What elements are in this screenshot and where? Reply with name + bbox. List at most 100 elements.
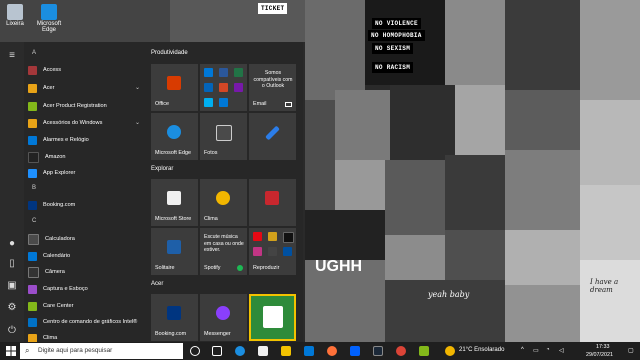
tile-email[interactable]: Somos compatíveis com o Outlook Email xyxy=(249,64,296,111)
store-icon xyxy=(167,191,181,205)
mail-icon xyxy=(285,102,292,107)
desktop-icon-edge[interactable]: Microsoft Edge xyxy=(36,4,62,33)
search-input[interactable]: ⌕ Digite aqui para pesquisar xyxy=(20,343,183,359)
tile-label: Spotify xyxy=(204,265,221,271)
tile-label: Email xyxy=(253,101,267,107)
tile-play[interactable]: Reproduzir xyxy=(249,228,296,275)
tile-pen[interactable] xyxy=(249,113,296,160)
desktop-icon-recycle-bin[interactable]: Lixeira xyxy=(2,4,28,27)
sun-icon xyxy=(216,191,230,205)
tile-solitaire[interactable]: Solitaire xyxy=(151,228,198,275)
windows-start-icon[interactable] xyxy=(6,346,16,356)
tile-edge[interactable]: Microsoft Edge xyxy=(151,113,198,160)
clock-date[interactable]: 29/07/2021 xyxy=(586,352,613,358)
edge-icon[interactable] xyxy=(235,346,245,356)
search-icon: ⌕ xyxy=(25,346,30,355)
tile-label: Solitaire xyxy=(155,265,175,271)
app-access[interactable]: Access xyxy=(28,63,146,77)
app-intel-graphics[interactable]: Centro de comando de gráficos Intel® xyxy=(28,315,146,329)
photos-icon xyxy=(216,125,232,141)
power-icon[interactable]: ⏻ xyxy=(6,325,18,337)
letter-header[interactable]: C xyxy=(32,218,36,224)
app-booking[interactable]: Booking.com xyxy=(28,198,146,212)
hamburger-icon[interactable]: ≡ xyxy=(6,50,18,62)
app-explorer-app[interactable]: App Explorer xyxy=(28,166,146,180)
app-label: Acer xyxy=(43,85,55,91)
letter-header[interactable]: B xyxy=(32,185,36,191)
mail-icon[interactable] xyxy=(304,346,314,356)
desktop-icon-label: Lixeira xyxy=(6,21,24,27)
tile-solitaire-game[interactable] xyxy=(249,294,296,341)
powerpoint-icon xyxy=(219,83,228,92)
steam-icon[interactable] xyxy=(373,346,383,356)
firefox-icon[interactable] xyxy=(327,346,337,356)
app-alarmes[interactable]: Alarmes e Relógio xyxy=(28,133,146,147)
app-camera[interactable]: Câmera xyxy=(28,265,146,279)
start-menu: ≡ ● ▯ ▣ ⚙ ⏻ A Access Acer ⌄ Acer Product … xyxy=(0,42,303,342)
chrome-icon[interactable] xyxy=(396,346,406,356)
tile-photos[interactable]: Fotos xyxy=(200,113,247,160)
notification-icon[interactable]: ▢ xyxy=(628,347,634,354)
tray-chevron-up-icon[interactable]: ^ xyxy=(521,347,524,353)
booking-icon xyxy=(28,200,37,210)
app-label: App Explorer xyxy=(43,170,76,176)
outlook-icon xyxy=(204,68,213,77)
app-label: Care Center xyxy=(43,303,74,309)
wifi-icon[interactable]: ◔ xyxy=(546,347,550,353)
battery-icon[interactable]: ▭ xyxy=(533,347,539,354)
tile-spotify[interactable]: Escute música em casa ou onde estiver. S… xyxy=(200,228,247,275)
weather-widget[interactable]: 21°C Ensolarado xyxy=(459,347,504,353)
app-label: Captura e Esboço xyxy=(43,286,88,292)
tile-messenger[interactable]: Messenger xyxy=(200,294,247,341)
spotify-tile-message: Escute música em casa ou onde estiver. xyxy=(204,234,244,253)
app-calculadora[interactable]: Calculadora xyxy=(28,232,146,246)
tile-booking[interactable]: Booking.com xyxy=(151,294,198,341)
cortana-icon[interactable] xyxy=(190,346,200,356)
tile-weather[interactable]: Clima xyxy=(200,179,247,226)
app-list: A Access Acer ⌄ Acer Product Registration… xyxy=(24,42,146,342)
group-title-acer[interactable]: Acer xyxy=(151,281,163,287)
pictures-icon[interactable]: ▣ xyxy=(6,280,18,292)
letter-header[interactable]: A xyxy=(32,50,36,56)
app-acer-product-registration[interactable]: Acer Product Registration xyxy=(28,99,146,113)
app-care-center[interactable]: Care Center xyxy=(28,299,146,313)
word-icon xyxy=(219,68,228,77)
tile-news[interactable] xyxy=(249,179,296,226)
app-amazon[interactable]: Amazon xyxy=(28,150,146,164)
group-title-produtividade[interactable]: Produtividade xyxy=(151,50,188,56)
app-label: Amazon xyxy=(45,154,66,160)
excel-icon xyxy=(234,68,243,77)
tile-office-apps[interactable] xyxy=(200,64,247,111)
tile-office[interactable]: Office xyxy=(151,64,198,111)
tile-label: Office xyxy=(155,101,169,107)
dropbox-icon[interactable] xyxy=(350,346,360,356)
recycle-bin-icon xyxy=(7,4,23,20)
intel-icon xyxy=(28,317,37,327)
volume-icon[interactable]: ◁ xyxy=(559,347,564,354)
acer-icon[interactable] xyxy=(419,346,429,356)
camera-icon xyxy=(28,266,39,278)
app-captura[interactable]: Captura e Esboço xyxy=(28,282,146,296)
tile-label: Messenger xyxy=(204,331,231,337)
app-calendario[interactable]: Calendário xyxy=(28,249,146,263)
chevron-down-icon: ⌄ xyxy=(134,120,140,126)
settings-icon[interactable]: ⚙ xyxy=(6,302,18,314)
desktop-icon-label: Microsoft Edge xyxy=(36,21,62,33)
folder-icon xyxy=(28,118,37,128)
user-icon[interactable]: ● xyxy=(6,238,18,250)
document-icon[interactable]: ▯ xyxy=(6,258,18,270)
explorer-icon[interactable] xyxy=(281,346,291,356)
playing-cards-icon xyxy=(263,306,283,328)
app-acer[interactable]: Acer ⌄ xyxy=(28,81,146,95)
clock-time[interactable]: 17:33 xyxy=(596,344,610,350)
weather-sun-icon[interactable] xyxy=(445,346,455,356)
app-acessorios[interactable]: Acessórios do Windows ⌄ xyxy=(28,116,146,130)
folder-icon xyxy=(28,83,37,93)
tile-store[interactable]: Microsoft Store xyxy=(151,179,198,226)
tile-label: Fotos xyxy=(204,150,218,156)
app-clima[interactable]: Clima xyxy=(28,331,146,342)
store-icon[interactable] xyxy=(258,346,268,356)
task-view-icon[interactable] xyxy=(212,346,222,356)
group-title-explorar[interactable]: Explorar xyxy=(151,166,173,172)
teams-icon xyxy=(219,98,228,107)
